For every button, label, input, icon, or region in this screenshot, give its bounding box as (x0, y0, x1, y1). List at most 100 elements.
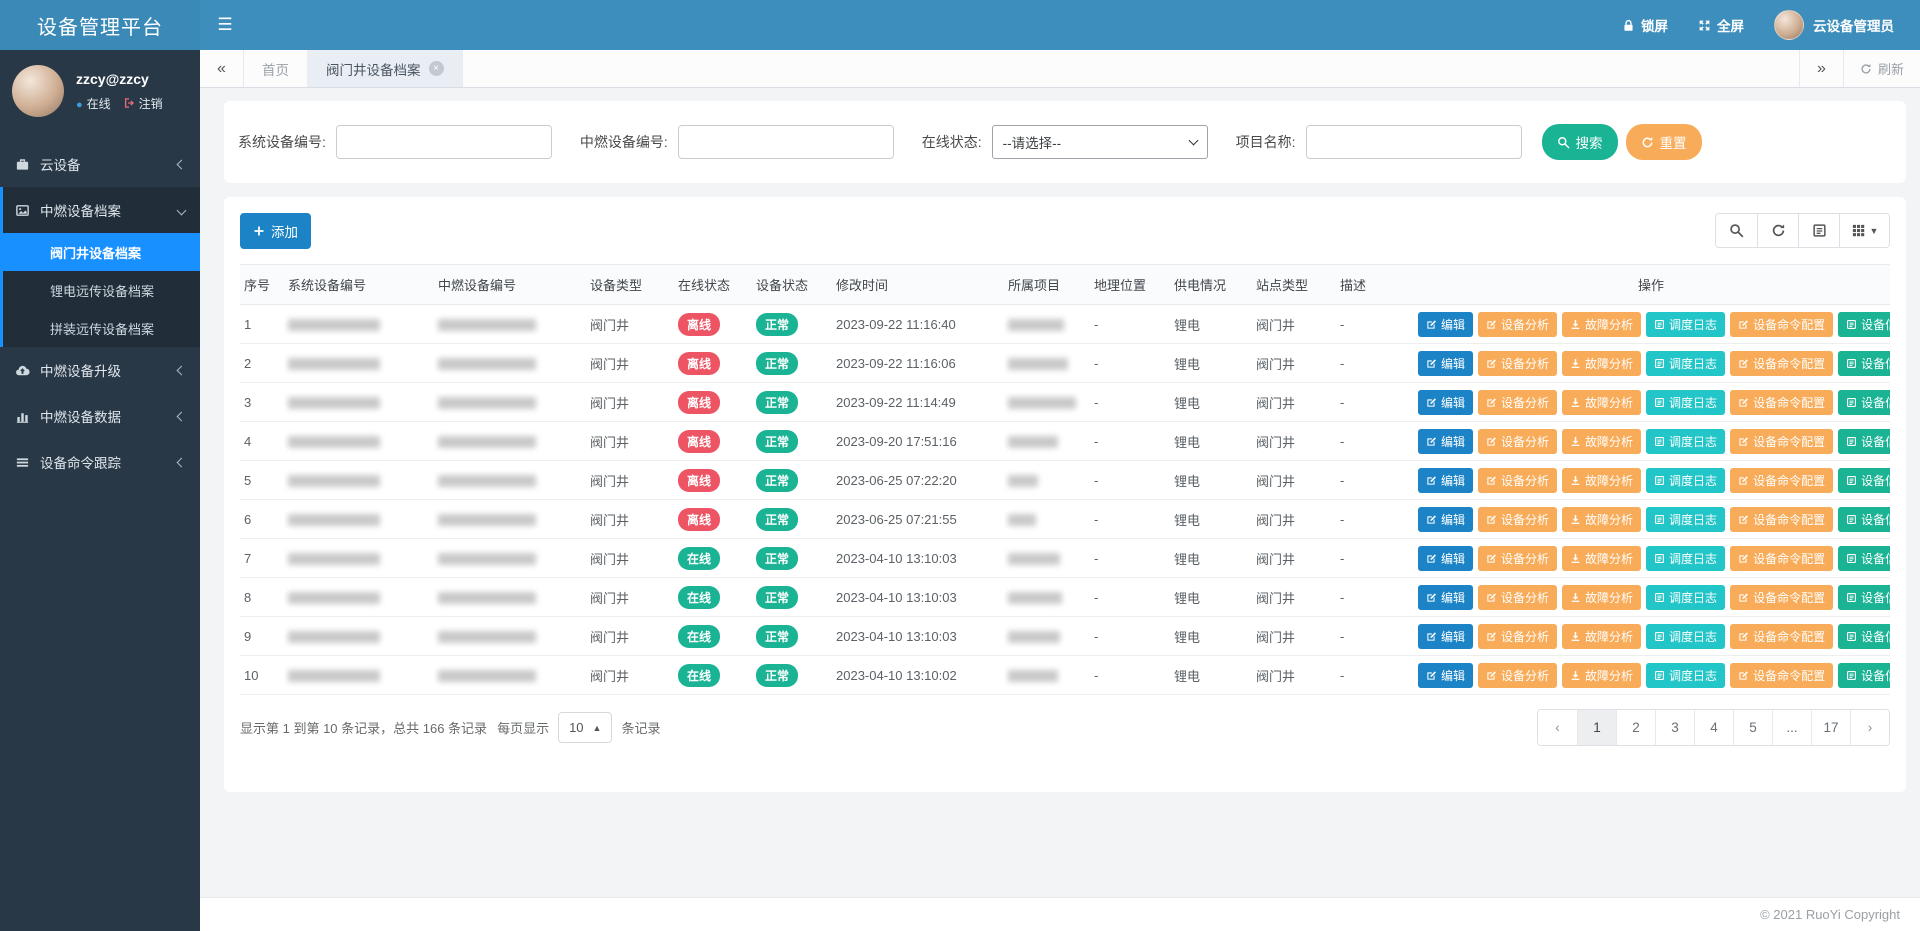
tabs-scroll-left-button[interactable]: « (200, 50, 244, 87)
sidebar-item-cloud-device[interactable]: 云设备 (0, 141, 200, 187)
device-info-button[interactable]: 设备信息 (1838, 351, 1890, 376)
tab-home[interactable]: 首页 (244, 50, 308, 87)
device-command-config-button[interactable]: 设备命令配置 (1730, 585, 1833, 610)
device-analysis-button[interactable]: 设备分析 (1478, 390, 1557, 415)
tab-valve-well-archive[interactable]: 阀门井设备档案 × (308, 50, 463, 87)
device-info-button[interactable]: 设备信息 (1838, 429, 1890, 454)
device-info-button[interactable]: 设备信息 (1838, 312, 1890, 337)
fault-analysis-button[interactable]: 故障分析 (1562, 351, 1641, 376)
device-analysis-button[interactable]: 设备分析 (1478, 585, 1557, 610)
toolbar-refresh-button[interactable] (1757, 214, 1798, 247)
fault-analysis-button[interactable]: 故障分析 (1562, 390, 1641, 415)
device-command-config-button[interactable]: 设备命令配置 (1730, 663, 1833, 688)
page-ellipsis[interactable]: ... (1772, 710, 1811, 745)
sidebar-item-zr-archive[interactable]: 中燃设备档案 (3, 187, 200, 233)
edit-button[interactable]: 编辑 (1418, 663, 1473, 688)
device-analysis-button[interactable]: 设备分析 (1478, 468, 1557, 493)
device-analysis-button[interactable]: 设备分析 (1478, 351, 1557, 376)
previous-page-button[interactable]: ‹ (1538, 710, 1577, 745)
dispatch-log-button[interactable]: 调度日志 (1646, 468, 1725, 493)
fault-analysis-button[interactable]: 故障分析 (1562, 663, 1641, 688)
fault-analysis-button[interactable]: 故障分析 (1562, 546, 1641, 571)
sidebar-item-device-data[interactable]: 中燃设备数据 (0, 393, 200, 439)
refresh-tab-button[interactable]: 刷新 (1843, 50, 1920, 87)
fault-analysis-button[interactable]: 故障分析 (1562, 585, 1641, 610)
project-name-input[interactable] (1306, 125, 1522, 159)
dispatch-log-button[interactable]: 调度日志 (1646, 351, 1725, 376)
device-info-button[interactable]: 设备信息 (1838, 390, 1890, 415)
device-analysis-button[interactable]: 设备分析 (1478, 546, 1557, 571)
dispatch-log-button[interactable]: 调度日志 (1646, 585, 1725, 610)
fault-analysis-button[interactable]: 故障分析 (1562, 624, 1641, 649)
device-analysis-button[interactable]: 设备分析 (1478, 312, 1557, 337)
edit-button[interactable]: 编辑 (1418, 546, 1473, 571)
toolbar-detail-view-button[interactable] (1798, 214, 1839, 247)
edit-button[interactable]: 编辑 (1418, 624, 1473, 649)
sidebar-item-command-track[interactable]: 设备命令跟踪 (0, 439, 200, 485)
sidebar-item-device-upgrade[interactable]: 中燃设备升级 (0, 347, 200, 393)
edit-button[interactable]: 编辑 (1418, 429, 1473, 454)
tabs-scroll-right-button[interactable]: » (1799, 50, 1843, 87)
fault-analysis-button[interactable]: 故障分析 (1562, 429, 1641, 454)
device-command-config-button[interactable]: 设备命令配置 (1730, 312, 1833, 337)
online-state-select[interactable]: --请选择-- (992, 125, 1208, 159)
device-command-config-button[interactable]: 设备命令配置 (1730, 468, 1833, 493)
sidebar-item-assembled-remote-archive[interactable]: 拼装远传设备档案 (3, 309, 200, 347)
dispatch-log-button[interactable]: 调度日志 (1646, 663, 1725, 688)
dispatch-log-button[interactable]: 调度日志 (1646, 546, 1725, 571)
device-analysis-button[interactable]: 设备分析 (1478, 624, 1557, 649)
zr-code-input[interactable] (678, 125, 894, 159)
edit-button[interactable]: 编辑 (1418, 390, 1473, 415)
device-command-config-button[interactable]: 设备命令配置 (1730, 429, 1833, 454)
sidebar-item-valve-well-archive[interactable]: 阀门井设备档案 (3, 233, 200, 271)
device-analysis-button[interactable]: 设备分析 (1478, 507, 1557, 532)
fault-analysis-button[interactable]: 故障分析 (1562, 468, 1641, 493)
dispatch-log-button[interactable]: 调度日志 (1646, 390, 1725, 415)
page-button[interactable]: 1 (1577, 710, 1616, 745)
dispatch-log-button[interactable]: 调度日志 (1646, 312, 1725, 337)
sidebar-item-lithium-remote-archive[interactable]: 锂电远传设备档案 (3, 271, 200, 309)
device-info-button[interactable]: 设备信息 (1838, 663, 1890, 688)
page-button[interactable]: 2 (1616, 710, 1655, 745)
logout-link[interactable]: 注销 (123, 95, 163, 112)
edit-button[interactable]: 编辑 (1418, 585, 1473, 610)
device-command-config-button[interactable]: 设备命令配置 (1730, 546, 1833, 571)
device-command-config-button[interactable]: 设备命令配置 (1730, 351, 1833, 376)
dispatch-log-button[interactable]: 调度日志 (1646, 429, 1725, 454)
reset-button[interactable]: 重置 (1626, 124, 1702, 160)
device-command-config-button[interactable]: 设备命令配置 (1730, 624, 1833, 649)
page-button[interactable]: 5 (1733, 710, 1772, 745)
device-info-button[interactable]: 设备信息 (1838, 546, 1890, 571)
toolbar-search-button[interactable] (1716, 214, 1757, 247)
dispatch-log-button[interactable]: 调度日志 (1646, 507, 1725, 532)
device-info-button[interactable]: 设备信息 (1838, 507, 1890, 532)
close-icon[interactable]: × (429, 61, 444, 76)
fullscreen-button[interactable]: 全屏 (1698, 15, 1744, 35)
lock-screen-button[interactable]: 锁屏 (1622, 15, 1668, 35)
add-button[interactable]: 添加 (240, 213, 311, 249)
edit-button[interactable]: 编辑 (1418, 468, 1473, 493)
device-analysis-button[interactable]: 设备分析 (1478, 429, 1557, 454)
page-size-select[interactable]: 10 ▲ (558, 712, 612, 743)
page-button[interactable]: 17 (1811, 710, 1850, 745)
user-menu[interactable]: 云设备管理员 (1774, 10, 1894, 40)
dispatch-log-button[interactable]: 调度日志 (1646, 624, 1725, 649)
device-analysis-button[interactable]: 设备分析 (1478, 663, 1557, 688)
next-page-button[interactable]: › (1850, 710, 1889, 745)
edit-button[interactable]: 编辑 (1418, 351, 1473, 376)
toolbar-columns-button[interactable]: ▼ (1839, 214, 1889, 247)
device-command-config-button[interactable]: 设备命令配置 (1730, 390, 1833, 415)
edit-button[interactable]: 编辑 (1418, 312, 1473, 337)
search-button[interactable]: 搜索 (1542, 124, 1618, 160)
device-info-button[interactable]: 设备信息 (1838, 585, 1890, 610)
fault-analysis-button[interactable]: 故障分析 (1562, 312, 1641, 337)
page-button[interactable]: 3 (1655, 710, 1694, 745)
page-button[interactable]: 4 (1694, 710, 1733, 745)
device-info-button[interactable]: 设备信息 (1838, 624, 1890, 649)
system-code-input[interactable] (336, 125, 552, 159)
sidebar-toggle-button[interactable]: ☰ (200, 0, 250, 50)
device-command-config-button[interactable]: 设备命令配置 (1730, 507, 1833, 532)
fault-analysis-button[interactable]: 故障分析 (1562, 507, 1641, 532)
edit-button[interactable]: 编辑 (1418, 507, 1473, 532)
device-info-button[interactable]: 设备信息 (1838, 468, 1890, 493)
